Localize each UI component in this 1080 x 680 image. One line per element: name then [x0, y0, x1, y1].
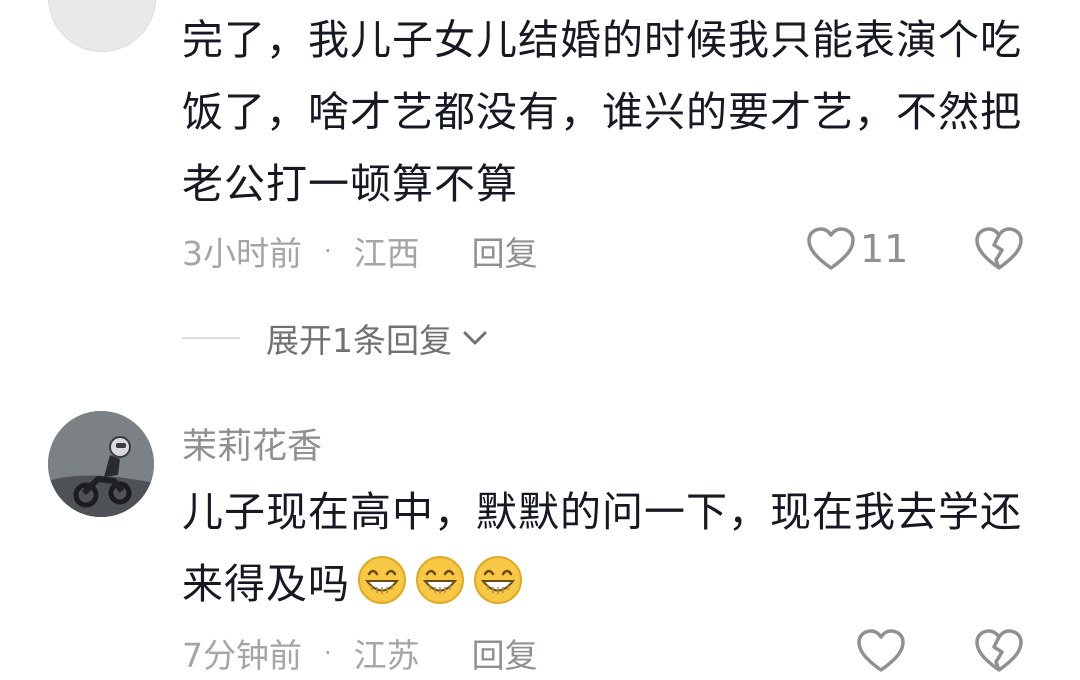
comment-text: 完了，我儿子女儿结婚的时候我只能表演个吃饭了，啥才艺都没有，谁兴的要才艺，不然把…	[182, 16, 1022, 208]
broken-heart-icon	[975, 629, 1023, 672]
meta-separator: ·	[324, 237, 332, 265]
reply-button[interactable]: 回复	[472, 629, 538, 677]
meta-separator: ·	[324, 639, 332, 667]
expand-replies-label: 展开1条回复	[266, 321, 452, 360]
comment-location: 江西	[353, 234, 420, 273]
heart-icon	[807, 227, 855, 270]
broken-heart-icon	[975, 227, 1023, 270]
dislike-button[interactable]	[974, 628, 1024, 678]
comment-meta: 3小时前 · 江西 回复	[182, 229, 538, 273]
grin-emoji-icon	[416, 556, 464, 604]
grin-emoji-icon	[358, 556, 406, 604]
like-button[interactable]	[856, 628, 906, 674]
username[interactable]: 茉莉花香	[182, 418, 322, 469]
emoji-group	[350, 556, 524, 608]
chevron-down-icon	[463, 331, 487, 345]
comment-text: 儿子现在高中，默默的问一下，现在我去学还来得及吗	[182, 476, 1022, 620]
heart-icon	[857, 629, 905, 672]
comment-time: 3小时前	[182, 234, 302, 273]
comment-text-content: 儿子现在高中，默默的问一下，现在我去学还来得及吗	[182, 488, 1022, 608]
comment-meta: 7分钟前 · 江苏 回复	[182, 631, 538, 675]
divider-line	[182, 337, 240, 339]
grin-emoji-icon	[474, 556, 522, 604]
avatar[interactable]	[48, 411, 154, 517]
reply-button[interactable]: 回复	[472, 227, 538, 275]
expand-replies-button[interactable]: 展开1条回复	[182, 316, 490, 360]
comment-location: 江苏	[353, 636, 420, 675]
avatar[interactable]	[48, 0, 156, 52]
like-count: 11	[860, 227, 909, 271]
like-button[interactable]: 11	[806, 226, 908, 272]
motorcycle-rider-image	[48, 411, 154, 517]
comment-time: 7分钟前	[182, 636, 302, 675]
dislike-button[interactable]	[974, 226, 1024, 276]
